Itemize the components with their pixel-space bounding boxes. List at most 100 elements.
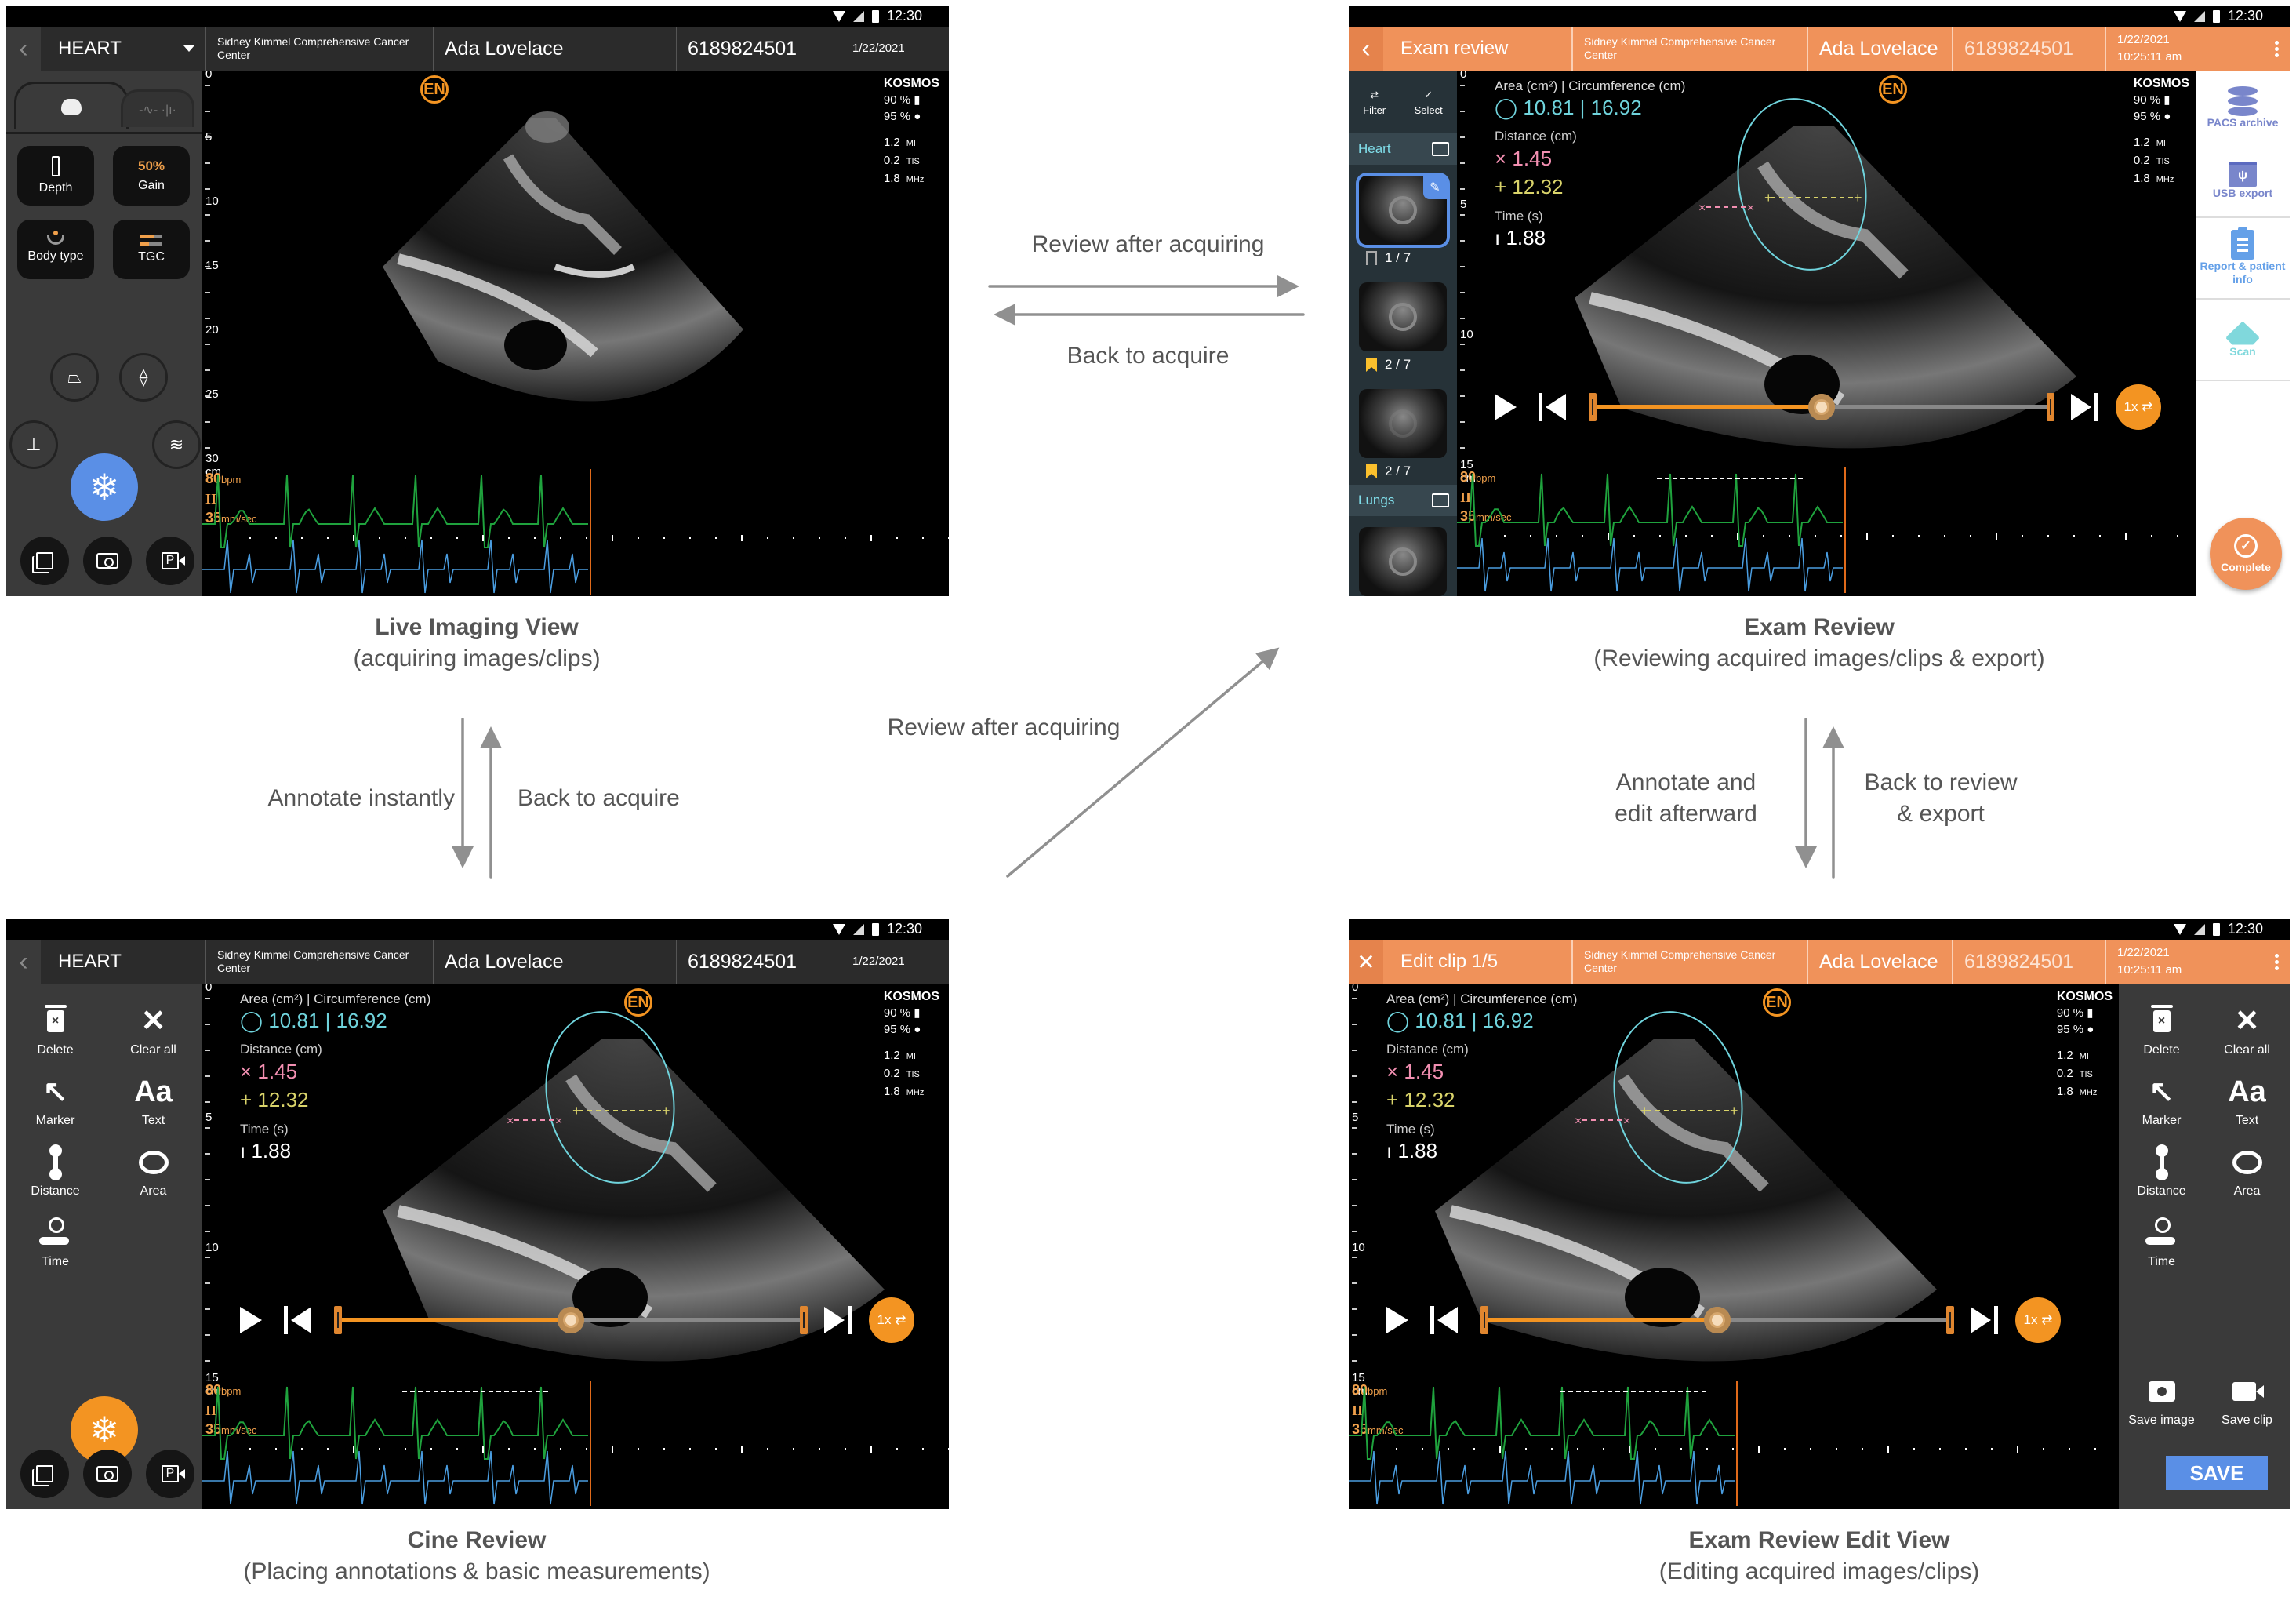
next-frame-button[interactable]	[1971, 1306, 1998, 1334]
select-button[interactable]: ✓ Select	[1415, 89, 1443, 116]
save-button[interactable]: SAVE	[2166, 1456, 2268, 1490]
time-tool[interactable]: Time	[6, 1216, 104, 1269]
marker-tool[interactable]: ↖ Marker	[2119, 1075, 2204, 1128]
clip-start-handle[interactable]	[1589, 393, 1597, 421]
complete-button[interactable]: ✓ Complete	[2210, 518, 2282, 590]
usb-export-button[interactable]: ψ USB export	[2196, 144, 2290, 218]
ecg-time-marker	[1473, 1448, 1475, 1450]
area-tool[interactable]: Area	[2204, 1145, 2290, 1199]
ecg-time-marker	[1970, 535, 1971, 537]
next-frame-button[interactable]	[824, 1306, 852, 1334]
clip-end-handle[interactable]	[800, 1306, 808, 1334]
previous-frame-button[interactable]	[284, 1306, 311, 1334]
playback-controls: 1x ⇄	[1386, 1297, 2061, 1343]
area-tool[interactable]: Area	[104, 1145, 202, 1199]
loop-icon: ⇄	[2041, 1312, 2053, 1327]
text-tool[interactable]: Aa Text	[104, 1075, 202, 1128]
body-type-button[interactable]: Body type	[17, 220, 94, 279]
play-button[interactable]	[1495, 394, 1517, 420]
delete-tool[interactable]: × Delete	[6, 1004, 104, 1057]
distance-tool[interactable]: Distance	[2119, 1144, 2204, 1199]
time-tool[interactable]: Time	[2119, 1216, 2204, 1269]
playback-scrubber[interactable]	[1589, 391, 2054, 423]
close-button[interactable]: ✕	[1349, 940, 1383, 984]
play-button[interactable]	[240, 1307, 262, 1333]
freeze-button[interactable]: ❄	[71, 453, 138, 521]
x-marker-icon: ×	[1386, 1060, 1399, 1083]
comment-icon[interactable]	[1432, 493, 1449, 507]
tgc-button[interactable]: TGC	[113, 220, 190, 279]
playback-scrubber[interactable]	[1480, 1304, 1954, 1336]
tab-bmode[interactable]	[14, 82, 129, 129]
back-button[interactable]: ‹	[6, 940, 41, 984]
clip-thumbnail[interactable]: ✎	[1359, 176, 1447, 245]
ecg-time-marker	[301, 537, 303, 539]
marker-tool[interactable]: ↖ Marker	[6, 1075, 104, 1128]
clip-thumbnail[interactable]	[1359, 527, 1447, 596]
report-label: Report & patient info	[2200, 260, 2286, 286]
next-frame-button[interactable]	[2071, 393, 2098, 421]
record-clip-button[interactable]: P	[146, 537, 194, 585]
ultrasound-image[interactable]: 0 5 10 15 cm × × + + EN Area (cm²) | Circu…	[1349, 984, 2119, 1509]
more-menu-button[interactable]	[2263, 27, 2290, 71]
playback-knob[interactable]	[558, 1307, 584, 1333]
sector-adjust-button[interactable]: ⏢	[50, 353, 99, 402]
save-image-button[interactable]: Save image	[2119, 1374, 2204, 1428]
record-clip-button[interactable]: P	[146, 1450, 194, 1498]
back-button[interactable]: ‹	[1349, 27, 1383, 71]
speed-loop-button[interactable]: 1x ⇄	[2116, 384, 2161, 430]
back-button[interactable]: ‹	[6, 27, 41, 71]
ultrasound-image[interactable]: 0 5 10 15 cm × × + + EN Area (cm²) | Circu…	[1457, 71, 2196, 596]
save-clip-button[interactable]: Save clip	[2204, 1374, 2290, 1428]
pacs-archive-button[interactable]: PACS archive	[2196, 71, 2290, 144]
bookmark-outline-icon[interactable]	[1366, 251, 1377, 265]
distance-tool[interactable]: Distance	[6, 1144, 104, 1199]
gallery-button[interactable]	[20, 537, 69, 585]
previous-frame-button[interactable]	[1430, 1306, 1458, 1334]
gallery-button[interactable]	[20, 1450, 69, 1498]
clip-end-handle[interactable]	[1946, 1306, 1954, 1334]
wave-button[interactable]: ≋	[152, 420, 201, 469]
clip-thumbnail[interactable]	[1359, 389, 1447, 458]
edit-pencil-icon[interactable]: ✎	[1423, 176, 1447, 199]
clear-all-tool[interactable]: ✕ Clear all	[2204, 1004, 2290, 1057]
more-menu-button[interactable]	[2263, 940, 2290, 984]
exam-type-dropdown[interactable]: HEART	[41, 27, 205, 71]
delete-tool[interactable]: × Delete	[2119, 1004, 2204, 1057]
capture-image-button[interactable]	[83, 537, 132, 585]
clip-start-handle[interactable]	[334, 1306, 342, 1334]
capture-image-button[interactable]	[83, 1450, 132, 1498]
clip-start-handle[interactable]	[1480, 1306, 1488, 1334]
ultrasound-image[interactable]: 0 5 10 15 20 25 30 cm EN KOSMOS 90 % ▮ 9…	[202, 71, 949, 596]
doppler-trace	[202, 539, 588, 594]
report-button[interactable]: Report & patient info	[2196, 218, 2290, 300]
clip-thumbnail[interactable]	[1359, 282, 1447, 351]
group-header-lungs[interactable]: Lungs	[1349, 485, 1457, 516]
usb-label: USB export	[2212, 186, 2273, 199]
play-button[interactable]	[1386, 1307, 1408, 1333]
mi-value: 1.2	[2056, 1049, 2073, 1062]
comment-icon[interactable]	[1432, 142, 1449, 156]
group-header-heart[interactable]: Heart	[1349, 133, 1457, 165]
scan-button[interactable]: Scan	[2196, 300, 2290, 381]
text-tool[interactable]: Aa Text	[2204, 1075, 2290, 1128]
gain-button[interactable]: 50% Gain	[113, 146, 190, 206]
previous-frame-button[interactable]	[1539, 393, 1566, 421]
ecg-time-marker	[1448, 1448, 1449, 1450]
bookmark-filled-icon[interactable]	[1366, 358, 1377, 372]
filter-button[interactable]: ⇄ Filter	[1363, 89, 1386, 116]
focus-button[interactable]: ⟠	[119, 353, 168, 402]
speed-loop-button[interactable]: 1x ⇄	[869, 1297, 914, 1343]
clear-all-tool[interactable]: ✕ Clear all	[104, 1004, 202, 1057]
speed-loop-button[interactable]: 1x ⇄	[2015, 1297, 2061, 1343]
depth-button[interactable]: Depth	[17, 146, 94, 206]
clip-end-handle[interactable]	[2047, 393, 2054, 421]
playback-knob[interactable]	[1808, 394, 1835, 420]
ultrasound-image[interactable]: 0 5 10 15 cm × × + + EN Area (cm²) | Circu…	[202, 984, 949, 1509]
tab-ecg-doppler[interactable]: -∿- ·|ı·	[121, 89, 194, 127]
playback-scrubber[interactable]	[334, 1304, 808, 1336]
ecg-time-marker	[741, 1446, 743, 1453]
playback-knob[interactable]	[1704, 1307, 1731, 1333]
caliper-button[interactable]: ⊥	[9, 420, 58, 469]
bookmark-filled-icon[interactable]	[1366, 464, 1377, 478]
